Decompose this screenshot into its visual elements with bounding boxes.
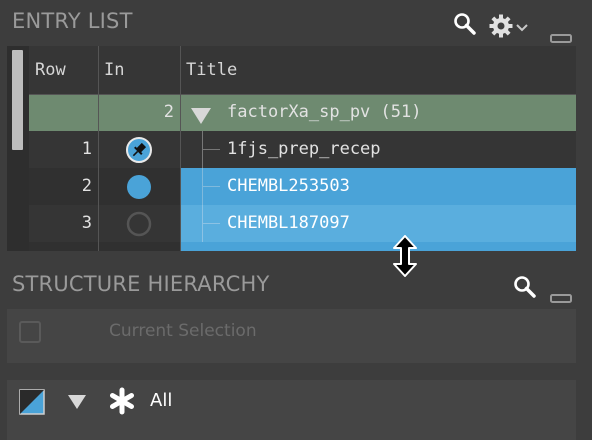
chevron-down-icon[interactable] [515, 18, 529, 37]
column-header-row[interactable]: Row [29, 46, 98, 94]
entry-group-row[interactable]: 2 factorXa_sp_pv (51) [29, 94, 576, 131]
scrollbar-thumb[interactable] [12, 50, 23, 150]
search-icon[interactable] [453, 12, 477, 40]
tree-branch [202, 186, 220, 187]
search-icon[interactable] [513, 275, 537, 303]
tree-branch [202, 223, 220, 224]
color-scheme-icon[interactable] [19, 389, 45, 419]
minimize-icon[interactable] [550, 289, 572, 308]
structure-tree: All [7, 380, 576, 440]
current-selection-box: Current Selection [7, 309, 576, 363]
group-in-count: 2 [163, 102, 174, 122]
table-row[interactable]: 1 1fjs_prep_recep [29, 131, 576, 168]
vertical-scrollbar[interactable] [7, 46, 29, 251]
asterisk-icon [108, 387, 136, 419]
row-number: 1 [81, 139, 92, 159]
entry-list-title: ENTRY LIST [12, 9, 133, 33]
row-number: 3 [81, 213, 92, 233]
table-row[interactable]: 2 CHEMBL253503 [29, 168, 576, 205]
resize-vertical-cursor-icon [393, 235, 417, 281]
table-row[interactable] [29, 242, 576, 251]
current-selection-label: Current Selection [109, 321, 257, 341]
column-separator [98, 46, 99, 251]
current-selection-checkbox[interactable] [19, 321, 41, 343]
all-label[interactable]: All [150, 390, 172, 411]
row-number: 2 [81, 176, 92, 196]
structure-hierarchy-title: STRUCTURE HIERARCHY [12, 272, 270, 296]
gear-icon[interactable] [488, 13, 514, 43]
column-header-in[interactable]: In [98, 46, 180, 94]
expand-triangle-icon[interactable] [67, 393, 87, 415]
entry-list-table: Row In Title 2 factorXa_sp_pv (51) 1 1fj… [7, 46, 576, 251]
header-divider [29, 94, 576, 95]
table-row[interactable]: 3 CHEMBL187097 [29, 205, 576, 242]
entry-title: CHEMBL187097 [227, 213, 350, 233]
column-header-title[interactable]: Title [180, 46, 576, 94]
entry-title: CHEMBL253503 [227, 176, 350, 196]
group-title: factorXa_sp_pv (51) [227, 102, 422, 122]
column-separator [180, 46, 181, 251]
entry-title: 1fjs_prep_recep [227, 139, 381, 159]
tree-branch [202, 149, 220, 150]
